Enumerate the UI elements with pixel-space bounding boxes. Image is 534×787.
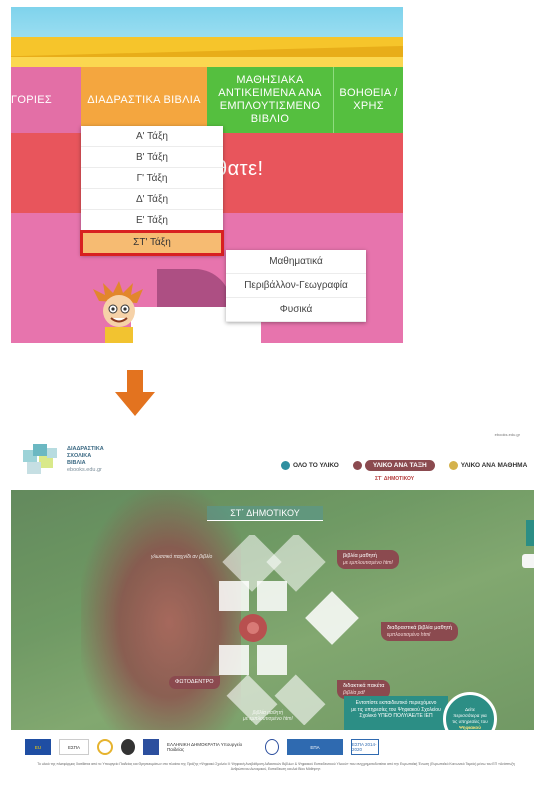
nav-help[interactable]: ΒΟΗΘΕΙΑ / ΧΡΗΣ	[333, 67, 403, 133]
ebooks-logo-icon[interactable]	[19, 442, 63, 478]
grade-option[interactable]: Ε' Τάξη	[81, 210, 223, 231]
cartoon-boy-icon	[93, 281, 143, 343]
nav-help-label: ΒΟΗΘΕΙΑ / ΧΡΗΣ	[339, 87, 398, 112]
subject-option[interactable]: Φυσικά	[226, 298, 366, 322]
material-nav: ΟΛΟ ΤΟ ΥΛΙΚΟ ΥΛΙΚΟ ΑΝΑ ΤΑΞΗ ΥΛΙΚΟ ΑΝΑ ΜΑ…	[281, 460, 527, 471]
welcome-banner-text: θατε!	[216, 158, 264, 180]
logo-line: ΣΧΟΛΙΚΑ	[67, 453, 92, 459]
faint-label-bottom: βιβλία μαθητή με εμπλουτισμένο html	[243, 710, 293, 722]
site-header: ΔΙΑΔΡΑΣΤΙΚΑ ΣΧΟΛΙΚΑ ΒΙΒΛΙΑ ebooks.edu.gr…	[11, 428, 534, 490]
promo-line: Σχολικό ΥΠΕΘ ΠΟΛΥ/ΑΕ/ΤΕ ΙΕΠ	[359, 713, 433, 719]
nav-interactive-books[interactable]: ΔΙΑΔΡΑΣΤΙΚΑ ΒΙΒΛΙΑ	[81, 67, 207, 133]
nav-learning-label: ΜΑΘΗΣΙΑΚΑ ΑΝΤΙΚΕΙΜΕΝΑ ΑΝΑ ΕΜΠΛΟΥΤΙΣΜΕΝΟ …	[218, 74, 322, 125]
teal-dot-icon	[281, 461, 290, 470]
ministry-logo: ΕΛΛΗΝΙΚΗ ΔΗΜΟΚΡΑΤΙΑ Υπουργείο Παιδείας	[167, 742, 243, 752]
interactive-books-label[interactable]: διαδραστικά βιβλία μαθητή εμπλουτισμένο …	[381, 622, 458, 641]
top-nav-bar: ΓΟΡΙΕΣ ΔΙΑΔΡΑΣΤΙΚΑ ΒΙΒΛΙΑ ΜΑΘΗΣΙΑΚΑ ΑΝΤΙ…	[11, 67, 403, 133]
grade-option[interactable]: Δ' Τάξη	[81, 189, 223, 210]
seal-logo-icon	[121, 739, 135, 755]
espa-2014-logo: ΕΣΠΑ 2014-2020	[351, 739, 379, 755]
bottom-screenshot: ΔΙΑΔΡΑΣΤΙΚΑ ΣΧΟΛΙΚΑ ΒΙΒΛΙΑ ebooks.edu.gr…	[11, 428, 534, 787]
logo-text: ΔΙΑΔΡΑΣΤΙΚΑ ΣΧΟΛΙΚΑ ΒΙΒΛΙΑ ebooks.edu.gr	[67, 446, 104, 474]
side-tab-icon[interactable]	[526, 520, 534, 546]
ring-logo-icon	[97, 739, 113, 755]
maroon-dot-icon	[352, 461, 362, 470]
funding-fine-print: Το υλικό της πλατφόρμας διατίθεται από τ…	[37, 762, 515, 771]
epa-logo: ΕΠΑ	[287, 739, 343, 755]
interactive-books-sub: εμπλουτισμένο html	[387, 631, 431, 638]
photodendro-title: ΦΩΤΟΔΕΝΤΡΟ	[175, 679, 214, 685]
teacher-pack-title: διδακτικά πακέτα	[343, 683, 385, 689]
interactive-books-title: διαδραστικά βιβλία μαθητή	[387, 625, 452, 631]
faint-line: με εμπλουτισμένο html	[243, 716, 293, 722]
nav-all-label: ΟΛΟ ΤΟ ΥΛΙΚΟ	[293, 462, 339, 469]
logo-line: ΔΙΑΔΡΑΣΤΙΚΑ	[67, 446, 104, 452]
grade-option[interactable]: Α' Τάξη	[81, 126, 223, 147]
eu-flag-icon: EU	[25, 739, 51, 755]
grade-option[interactable]: Γ' Τάξη	[81, 168, 223, 189]
logo-url: ebooks.edu.gr	[67, 467, 102, 473]
nav-by-subject-label: ΥΛΙΚΟ ΑΝΑ ΜΑΘΗΜΑ	[460, 462, 528, 469]
nav-learning-objects[interactable]: ΜΑΘΗΣΙΑΚΑ ΑΝΤΙΚΕΙΜΕΝΑ ΑΝΑ ΕΜΠΛΟΥΤΙΣΜΕΝΟ …	[207, 67, 333, 133]
subject-submenu: Μαθηματικά Περιβάλλον-Γεωγραφία Φυσικά	[226, 250, 366, 322]
grade-title: ΣΤ΄ ΔΗΜΟΤΙΚΟΥ	[207, 506, 323, 521]
student-books-title: βιβλία μαθητή	[343, 553, 377, 559]
side-tool-icon[interactable]	[522, 554, 534, 568]
sponsor-logos: EU ΕΣΠΑ ΕΛΛΗΝΙΚΗ ΔΗΜΟΚΡΑΤΙΑ Υπουργείο Πα…	[25, 736, 525, 758]
nav-categories[interactable]: ΓΟΡΙΕΣ	[11, 67, 81, 133]
header-top-link[interactable]: ebooks.edu.gr	[495, 432, 520, 437]
shield-logo-icon	[143, 739, 159, 755]
down-arrow-icon	[115, 370, 155, 416]
nav-categories-label: ΓΟΡΙΕΣ	[11, 93, 52, 106]
student-books-sub: με εμπλουτισμένο html	[343, 559, 393, 566]
digital-school-promo[interactable]: Εντοπίστε εκπαιδευτικό περιεχόμενο με τι…	[344, 696, 448, 732]
current-grade-subnav[interactable]: ΣΤ΄ ΔΗΜΟΤΙΚΟΥ	[375, 476, 414, 482]
subject-option[interactable]: Μαθηματικά	[226, 250, 366, 274]
gold-dot-icon	[448, 461, 458, 470]
nav-books-label: ΔΙΑΔΡΑΣΤΙΚΑ ΒΙΒΛΙΑ	[87, 93, 201, 106]
nav-by-subject[interactable]: ΥΛΙΚΟ ΑΝΑ ΜΑΘΗΜΑ	[448, 461, 528, 470]
grade-dropdown: Α' Τάξη Β' Τάξη Γ' Τάξη Δ' Τάξη Ε' Τάξη …	[80, 126, 224, 256]
yellow-stripe	[11, 57, 403, 67]
faint-label-top: γλωσσικό παιχνίδι αν βιβλίο	[151, 554, 213, 560]
nav-all-material[interactable]: ΟΛΟ ΤΟ ΥΛΙΚΟ	[281, 461, 339, 470]
grade-option-selected[interactable]: ΣΤ' Τάξη	[80, 230, 224, 256]
subject-option[interactable]: Περιβάλλον-Γεωγραφία	[226, 274, 366, 298]
photodendro-label[interactable]: ΦΩΤΟΔΕΝΤΡΟ	[169, 676, 220, 689]
grade-option[interactable]: Β' Τάξη	[81, 147, 223, 168]
nav-by-grade[interactable]: ΥΛΙΚΟ ΑΝΑ ΤΑΞΗ	[352, 460, 435, 471]
student-books-label[interactable]: βιβλία μαθητή με εμπλουτισμένο html	[337, 550, 399, 569]
top-screenshot: ΓΟΡΙΕΣ ΔΙΑΔΡΑΣΤΙΚΑ ΒΙΒΛΙΑ ΜΑΘΗΣΙΑΚΑ ΑΝΤΙ…	[11, 7, 403, 343]
nav-by-grade-label: ΥΛΙΚΟ ΑΝΑ ΤΑΞΗ	[364, 460, 435, 471]
site-footer: EU ΕΣΠΑ ΕΛΛΗΝΙΚΗ ΔΗΜΟΚΡΑΤΙΑ Υπουργείο Πα…	[11, 730, 534, 787]
logo-line: ΒΙΒΛΙΑ	[67, 460, 86, 466]
promo-line: Εντοπίστε εκπαιδευτικό περιεχόμενο	[355, 700, 437, 706]
greek-emblem-icon	[265, 739, 279, 755]
espa-logo-icon: ΕΣΠΑ	[59, 739, 89, 755]
